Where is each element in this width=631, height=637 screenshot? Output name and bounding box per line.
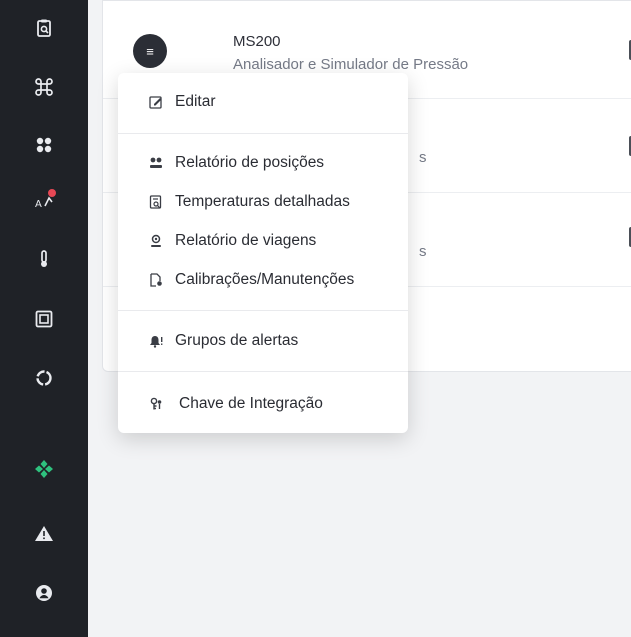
square-frame-icon[interactable] <box>28 303 60 335</box>
menu-divider <box>118 310 408 311</box>
menu-item-label: Editar <box>175 93 216 110</box>
menu-item-editar[interactable]: Editar <box>148 90 216 114</box>
menu-item-label: Relatório de posições <box>175 154 325 171</box>
menu-item-label: Temperaturas detalhadas <box>175 193 350 210</box>
trip-report-icon <box>148 233 164 249</box>
temperature-detail-icon <box>148 194 164 210</box>
svg-text:A: A <box>35 199 42 210</box>
menu-item-grupos-alertas[interactable]: Grupos de alertas <box>148 329 298 353</box>
menu-item-label: Grupos de alertas <box>175 332 299 349</box>
menu-item-temperaturas-detalhadas[interactable]: Temperaturas detalhadas <box>148 190 350 214</box>
green-diamond-icon[interactable] <box>28 453 60 485</box>
notification-dot <box>48 189 56 197</box>
device-name: MS200 <box>233 33 281 50</box>
device-description-partial: s <box>419 243 427 260</box>
command-icon[interactable] <box>28 71 60 103</box>
actions-menu-button[interactable]: ≡ <box>133 34 167 68</box>
transfer-icon[interactable]: A <box>28 186 60 218</box>
menu-item-relatorio-posicoes[interactable]: Relatório de posições <box>148 151 324 175</box>
user-icon[interactable] <box>28 577 60 609</box>
edit-icon <box>148 94 164 110</box>
menu-item-label: Calibrações/Manutenções <box>175 271 355 288</box>
gear-cluster-icon[interactable] <box>28 129 60 161</box>
integration-key-icon <box>148 396 164 412</box>
thermometer-icon[interactable] <box>28 243 60 275</box>
menu-item-calibracoes-manutencoes[interactable]: Calibrações/Manutenções <box>148 268 354 292</box>
ring-icon[interactable] <box>28 362 60 394</box>
device-description-partial: s <box>419 149 427 166</box>
menu-divider <box>118 133 408 134</box>
alert-bell-icon <box>148 333 164 349</box>
hamburger-icon: ≡ <box>146 43 154 59</box>
menu-item-label: Chave de Integração <box>179 395 323 412</box>
actions-dropdown-menu: Editar Relatório de posições Temperatura… <box>118 73 408 433</box>
menu-item-relatorio-viagens[interactable]: Relatório de viagens <box>148 229 316 253</box>
menu-item-chave-integracao[interactable]: Chave de Integração <box>148 392 323 416</box>
clipboard-search-icon[interactable] <box>28 12 60 44</box>
device-description: Analisador e Simulador de Pressão <box>233 56 469 73</box>
menu-divider <box>118 371 408 372</box>
calibration-icon <box>148 272 164 288</box>
sidebar: A <box>0 0 88 637</box>
position-report-icon <box>148 155 164 171</box>
warning-icon[interactable] <box>28 518 60 550</box>
menu-item-label: Relatório de viagens <box>175 232 317 249</box>
